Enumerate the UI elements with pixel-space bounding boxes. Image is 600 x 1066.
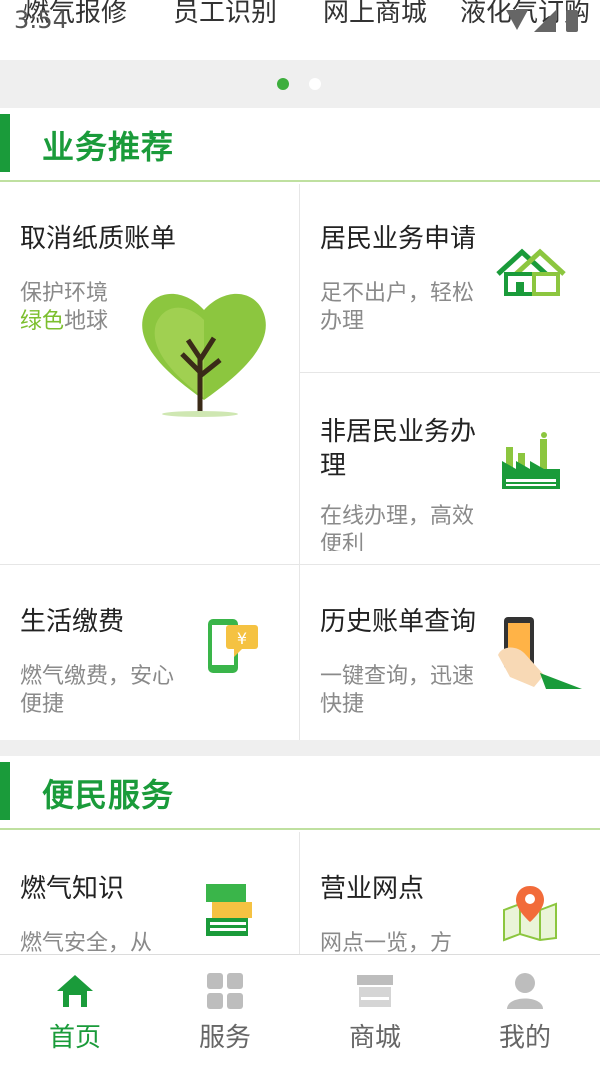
card-subtitle: 网点一览，方	[320, 931, 453, 954]
books-icon	[206, 884, 252, 936]
card-title: 燃气知识	[20, 874, 125, 904]
card-title: 营业网点	[320, 874, 425, 904]
section-title: 便民服务	[42, 776, 175, 814]
hand-phone-icon	[498, 617, 582, 689]
card-service-outlets[interactable]: 营业网点 网点一览，方	[300, 832, 600, 954]
grid-divider	[300, 372, 600, 373]
grid-divider	[299, 184, 300, 740]
quick-link-online-mall[interactable]: 网上商城	[300, 0, 450, 38]
home-icon	[57, 975, 93, 1007]
section-title: 业务推荐	[42, 128, 175, 166]
card-subtitle: 在线办理，高效便利	[320, 504, 475, 551]
card-subtitle: 足不出户，轻松办理	[320, 281, 475, 334]
card-gas-knowledge[interactable]: 燃气知识 燃气安全，从	[0, 832, 299, 954]
card-subtitle-line2: 绿色地球	[20, 308, 108, 336]
section-accent-bar	[0, 762, 10, 820]
factory-icon	[502, 432, 560, 489]
card-subtitle: 一键查询，迅速快捷	[320, 664, 475, 717]
nav-home[interactable]: 首页	[0, 955, 150, 1066]
nav-label: 我的	[498, 1023, 551, 1053]
card-living-payment[interactable]: 生活缴费 燃气缴费，安心便捷 ¥	[0, 565, 299, 740]
card-subtitle: 燃气安全，从	[20, 931, 153, 954]
nav-label: 商城	[348, 1023, 401, 1053]
highlight-text: 绿色	[20, 309, 65, 334]
pager-dot[interactable]	[309, 78, 321, 90]
phone-payment-icon: ¥	[208, 619, 258, 673]
card-resident-service[interactable]: 居民业务申请 足不出户，轻松办理	[300, 184, 600, 372]
top-strip: 燃气报修 员工识别 网上商城 液化气订购 3:54	[0, 0, 600, 60]
section-header-service: 便民服务	[0, 756, 600, 830]
nav-label: 服务	[198, 1023, 251, 1053]
card-title: 生活缴费	[20, 607, 125, 637]
status-icons	[506, 10, 578, 32]
section-header-business: 业务推荐	[0, 108, 600, 182]
nav-mine[interactable]: 我的	[450, 955, 600, 1066]
pager-dot-active[interactable]	[277, 78, 289, 90]
grid-icon	[207, 973, 243, 1009]
status-time: 3:54	[14, 6, 68, 34]
card-title: 取消纸质账单	[20, 224, 177, 254]
section-accent-bar	[0, 114, 10, 172]
card-paperless-bill[interactable]: 取消纸质账单 保护环境 绿色地球	[0, 184, 299, 564]
card-title: 历史账单查询	[320, 607, 477, 637]
subtitle-rest: 地球	[64, 309, 109, 334]
nav-services[interactable]: 服务	[150, 955, 300, 1066]
quick-link-staff-id[interactable]: 员工识别	[150, 0, 300, 38]
store-icon	[357, 975, 393, 1007]
card-title: 非居民业务办理	[320, 417, 477, 481]
nav-mall[interactable]: 商城	[300, 955, 450, 1066]
nav-label: 首页	[48, 1023, 101, 1053]
house-icon	[496, 248, 566, 296]
user-icon	[507, 973, 543, 1009]
card-bill-history[interactable]: 历史账单查询 一键查询，迅速快捷	[300, 565, 600, 740]
card-subtitle-line1: 保护环境	[20, 281, 109, 306]
grid-divider	[299, 832, 300, 954]
bottom-nav: 首页 服务 商城 我的	[0, 954, 600, 1066]
heart-tree-icon	[142, 293, 266, 417]
card-title: 居民业务申请	[320, 224, 477, 254]
banner-pager	[0, 60, 600, 108]
card-nonresident-service[interactable]: 非居民业务办理 在线办理，高效便利	[300, 373, 600, 564]
card-subtitle: 燃气缴费，安心便捷	[20, 664, 175, 717]
map-pin-icon	[503, 886, 557, 942]
svg-text:¥: ¥	[237, 629, 247, 648]
battery-icon	[566, 10, 578, 32]
grid-divider	[0, 564, 600, 565]
section-gap	[0, 740, 600, 756]
signal-icon	[534, 10, 556, 32]
wifi-icon	[506, 10, 528, 30]
